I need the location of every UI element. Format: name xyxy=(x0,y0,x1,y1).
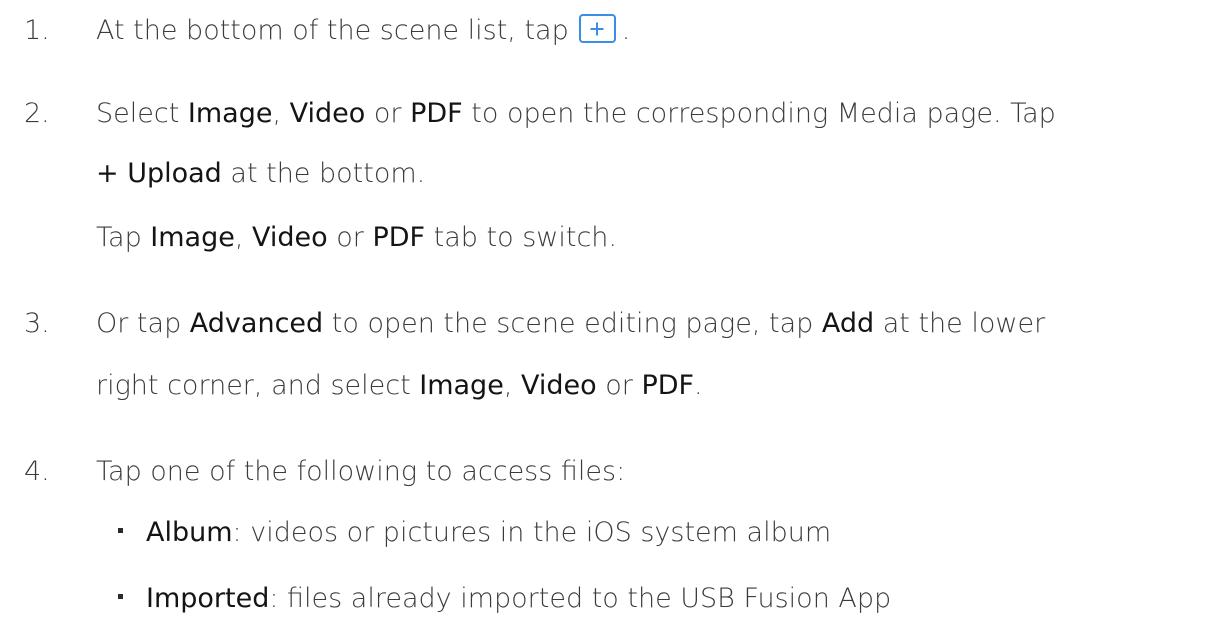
step-2-number: 2. xyxy=(24,98,50,129)
term-upload: + Upload xyxy=(96,158,222,189)
term-pdf: PDF xyxy=(410,98,463,129)
term-pdf: PDF xyxy=(372,222,426,253)
term-video: Video xyxy=(289,98,366,129)
term-video: Video xyxy=(520,370,597,401)
term-video: Video xyxy=(252,222,328,253)
step-4-number: 4. xyxy=(24,456,50,487)
step-2-line-3: Tap Image, Video or PDF tab to switch. xyxy=(96,222,617,253)
instruction-document: 1. At the bottom of the scene list, tap.… xyxy=(0,0,1219,643)
step-2-line-2: + Upload at the bottom. xyxy=(96,158,426,189)
step-4-line-1: Tap one of the following to access files… xyxy=(96,456,626,487)
bullet-imported: Imported: files already imported to the … xyxy=(146,583,892,614)
bullet-marker xyxy=(118,594,123,599)
term-advanced: Advanced xyxy=(189,308,324,339)
step-3-line-2: right corner, and select Image, Video or… xyxy=(96,370,703,401)
term-image: Image xyxy=(187,98,273,129)
term-album: Album xyxy=(146,517,233,548)
term-add: Add xyxy=(821,308,875,339)
term-imported: Imported xyxy=(146,583,270,614)
step-1-number: 1. xyxy=(24,15,50,46)
term-image: Image xyxy=(419,370,504,401)
step-2-line-1: Select Image, Video or PDF to open the c… xyxy=(96,98,1056,129)
bullet-album: Album: videos or pictures in the iOS sys… xyxy=(146,517,832,548)
term-image: Image xyxy=(150,222,235,253)
step-3-line-1: Or tap Advanced to open the scene editin… xyxy=(96,308,1046,339)
bullet-marker xyxy=(118,528,123,533)
step-3-number: 3. xyxy=(24,308,50,339)
step-1-text: At the bottom of the scene list, tap. xyxy=(96,14,631,46)
term-pdf: PDF xyxy=(641,370,695,401)
plus-icon xyxy=(578,14,616,43)
